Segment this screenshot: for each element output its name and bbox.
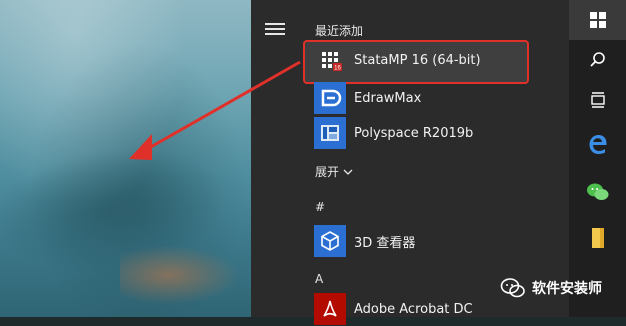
search-icon[interactable] bbox=[569, 40, 626, 80]
svg-text:16: 16 bbox=[334, 66, 341, 72]
folder-icon[interactable] bbox=[569, 218, 626, 258]
acrobat-icon bbox=[314, 293, 346, 325]
app-label-3d-viewer: 3D 查看器 bbox=[354, 235, 416, 251]
wechat-watermark-icon bbox=[500, 278, 525, 298]
desktop-wallpaper bbox=[0, 0, 251, 317]
app-label-stata: StataMP 16 (64-bit) bbox=[354, 52, 481, 68]
app-label-edrawmax: EdrawMax bbox=[354, 90, 422, 106]
edge-icon[interactable] bbox=[569, 124, 626, 164]
app-item-polyspace[interactable]: Polyspace R2019b bbox=[312, 116, 526, 150]
chevron-down-icon bbox=[343, 169, 353, 175]
app-label-acrobat: Adobe Acrobat DC bbox=[354, 301, 473, 317]
wechat-icon[interactable] bbox=[569, 172, 626, 212]
stata-icon: 16 bbox=[314, 44, 346, 76]
app-item-edrawmax[interactable]: EdrawMax bbox=[312, 81, 526, 115]
group-header-a: A bbox=[315, 272, 324, 286]
hamburger-menu-icon[interactable] bbox=[265, 20, 285, 38]
edrawmax-icon bbox=[314, 82, 346, 114]
expand-toggle[interactable]: 展开 bbox=[315, 163, 353, 180]
app-item-stata[interactable]: 16 StataMP 16 (64-bit) bbox=[312, 43, 526, 77]
windows-logo-icon[interactable] bbox=[569, 0, 626, 40]
app-item-3d-viewer[interactable]: 3D 查看器 bbox=[312, 224, 526, 258]
recent-header: 最近添加 bbox=[315, 24, 364, 38]
watermark-text: 软件安装师 bbox=[532, 281, 602, 297]
app-label-polyspace: Polyspace R2019b bbox=[354, 125, 474, 141]
polyspace-icon bbox=[314, 117, 346, 149]
3d-viewer-icon bbox=[314, 225, 346, 257]
app-item-acrobat[interactable]: Adobe Acrobat DC bbox=[312, 292, 526, 326]
group-header-hash: # bbox=[315, 200, 326, 214]
wechat-watermark: 软件安装师 bbox=[500, 274, 602, 302]
right-icon-strip bbox=[569, 0, 626, 317]
expand-label: 展开 bbox=[315, 165, 340, 179]
task-view-icon[interactable] bbox=[569, 80, 626, 120]
wallpaper-fish-tail bbox=[120, 245, 240, 305]
